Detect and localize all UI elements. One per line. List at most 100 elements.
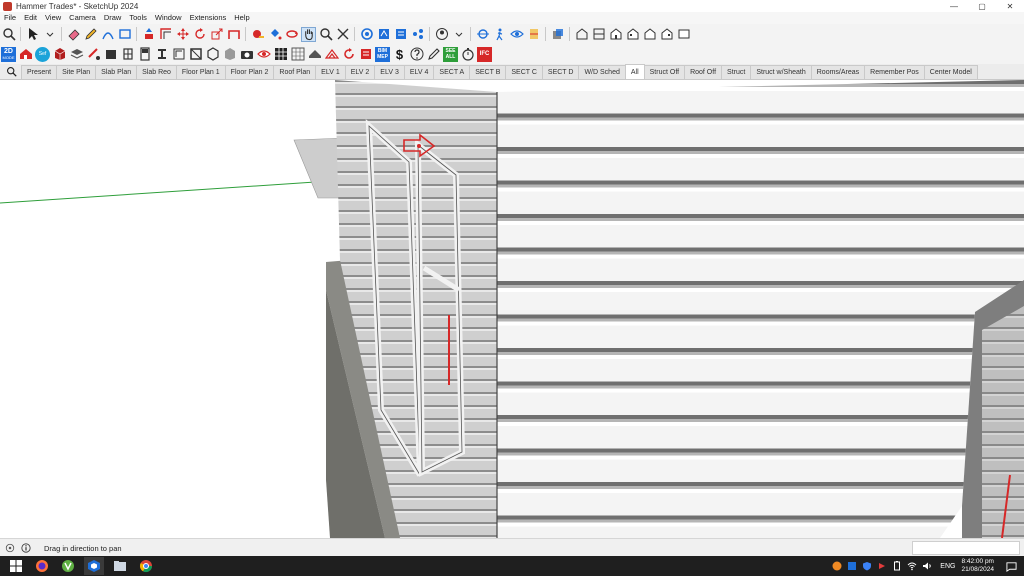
see-all-button[interactable]: SEE ALL (443, 46, 458, 62)
notification-button[interactable] (1004, 559, 1018, 573)
tray-app-red[interactable] (876, 561, 887, 572)
view-left-button[interactable] (659, 27, 674, 42)
menu-file[interactable]: File (0, 12, 20, 24)
offset-tool[interactable] (158, 27, 173, 42)
sefaira-button[interactable]: Sef (35, 46, 50, 62)
zoom-extents-tool[interactable] (335, 27, 350, 42)
geolocation-icon[interactable] (4, 542, 16, 554)
scene-tab-roof-off[interactable]: Roof Off (684, 65, 723, 79)
tape-measure-tool[interactable] (250, 27, 265, 42)
info-icon[interactable] (20, 542, 32, 554)
menu-edit[interactable]: Edit (20, 12, 41, 24)
frame-button[interactable] (188, 47, 203, 62)
view-front-button[interactable] (608, 27, 623, 42)
truss-button[interactable] (324, 47, 339, 62)
menu-help[interactable]: Help (230, 12, 253, 24)
scene-tab-elv-1[interactable]: ELV 1 (315, 65, 346, 79)
clock[interactable]: 8:42:00 pm 21/08/2024 (961, 558, 994, 574)
view-iso-button[interactable] (574, 27, 589, 42)
layers-button[interactable] (69, 47, 84, 62)
scene-tab-roof-plan[interactable]: Roof Plan (273, 65, 317, 79)
scene-tab-elv-2[interactable]: ELV 2 (344, 65, 376, 79)
push-pull-tool[interactable] (141, 27, 156, 42)
scene-tab-sect-b[interactable]: SECT B (469, 65, 507, 79)
menu-tools[interactable]: Tools (125, 12, 151, 24)
rotate-tool[interactable] (192, 27, 207, 42)
scene-tab-floor-plan-1[interactable]: Floor Plan 1 (175, 65, 226, 79)
scene-tab-sect-c[interactable]: SECT C (505, 65, 543, 79)
tray-battery[interactable] (891, 561, 902, 572)
scene-tab-elv-4[interactable]: ELV 4 (403, 65, 435, 79)
help-button[interactable] (409, 47, 424, 62)
scene-tab-sect-a[interactable]: SECT A (433, 65, 471, 79)
scene-search-button[interactable] (0, 64, 22, 79)
paint-bucket-tool[interactable] (267, 27, 282, 42)
box-gray-button[interactable] (222, 47, 237, 62)
scale-tool[interactable] (209, 27, 224, 42)
twod-mode-button[interactable]: 2D MODE (1, 46, 16, 62)
pan-tool[interactable] (301, 26, 316, 42)
scene-tab-site-plan[interactable]: Site Plan (56, 65, 97, 79)
arc-tool[interactable] (100, 27, 115, 42)
walk-tool[interactable] (492, 27, 507, 42)
tape-tool-button[interactable] (86, 47, 101, 62)
scene-tab-struct-w-sheath[interactable]: Struct w/Sheath (750, 65, 812, 79)
select-tool[interactable] (25, 27, 40, 42)
scene-tab-rooms-areas[interactable]: Rooms/Areas (810, 65, 866, 79)
view-right-button[interactable] (625, 27, 640, 42)
menu-draw[interactable]: Draw (100, 12, 126, 24)
tray-wifi[interactable] (906, 561, 917, 572)
solid-red-box-button[interactable] (52, 47, 67, 62)
taskbar-chrome[interactable] (136, 557, 156, 575)
scene-tab-present[interactable]: Present (21, 65, 58, 79)
scene-tab-wd-sched[interactable]: W/D Sched (578, 65, 626, 79)
roof-button[interactable] (307, 47, 322, 62)
view-back-button[interactable] (642, 27, 657, 42)
taskbar-firefox[interactable] (32, 557, 52, 575)
menu-window[interactable]: Window (151, 12, 186, 24)
edit-button[interactable] (426, 47, 441, 62)
menu-extensions[interactable]: Extensions (186, 12, 231, 24)
tray-volume[interactable] (921, 561, 932, 572)
move-tool[interactable] (175, 27, 190, 42)
zoom-tool[interactable] (318, 27, 333, 42)
timer-button[interactable] (460, 47, 475, 62)
scene-tab-elv-3[interactable]: ELV 3 (374, 65, 405, 79)
camera-button[interactable] (239, 47, 254, 62)
stair-button[interactable] (171, 47, 186, 62)
scene-tab-slab-plan[interactable]: Slab Plan (95, 65, 138, 79)
view-bottom-button[interactable] (676, 27, 691, 42)
scene-tab-center-model[interactable]: Center Model (923, 65, 978, 79)
column-button[interactable] (154, 47, 169, 62)
ifc-button[interactable]: IFC (477, 46, 492, 62)
extension-warehouse-tool[interactable] (393, 27, 408, 42)
view-top-button[interactable] (591, 27, 606, 42)
maximize-button[interactable]: ▢ (968, 0, 996, 12)
account-button[interactable] (434, 27, 449, 42)
scene-tab-floor-plan-2[interactable]: Floor Plan 2 (224, 65, 275, 79)
orbit-tool[interactable] (284, 27, 299, 42)
search-tool[interactable] (1, 27, 16, 42)
tray-app-orange[interactable] (831, 561, 842, 572)
taskbar-sketchup[interactable] (84, 557, 104, 575)
tray-app-shield[interactable] (861, 561, 872, 572)
scene-tab-remember-pos[interactable]: Remember Pos (864, 65, 925, 79)
scene-tab-sect-d[interactable]: SECT D (541, 65, 580, 79)
window-button[interactable] (120, 47, 135, 62)
select-dropdown[interactable] (42, 27, 57, 42)
scene-tab-all[interactable]: All (624, 64, 645, 79)
house-extension-button[interactable] (18, 47, 33, 62)
eraser-tool[interactable] (66, 27, 81, 42)
menu-view[interactable]: View (41, 12, 65, 24)
model-viewport[interactable] (0, 80, 1024, 538)
look-around-tool[interactable] (509, 27, 524, 42)
solid-tools-button[interactable] (550, 27, 565, 42)
hexagon-button[interactable] (205, 47, 220, 62)
cost-button[interactable]: $ (392, 47, 407, 62)
wall-button[interactable] (103, 47, 118, 62)
taskbar-file-explorer[interactable] (110, 557, 130, 575)
pencil-tool[interactable] (83, 27, 98, 42)
minimize-button[interactable]: — (940, 0, 968, 12)
taskbar-app-green[interactable] (58, 557, 78, 575)
components-tool[interactable] (359, 27, 374, 42)
